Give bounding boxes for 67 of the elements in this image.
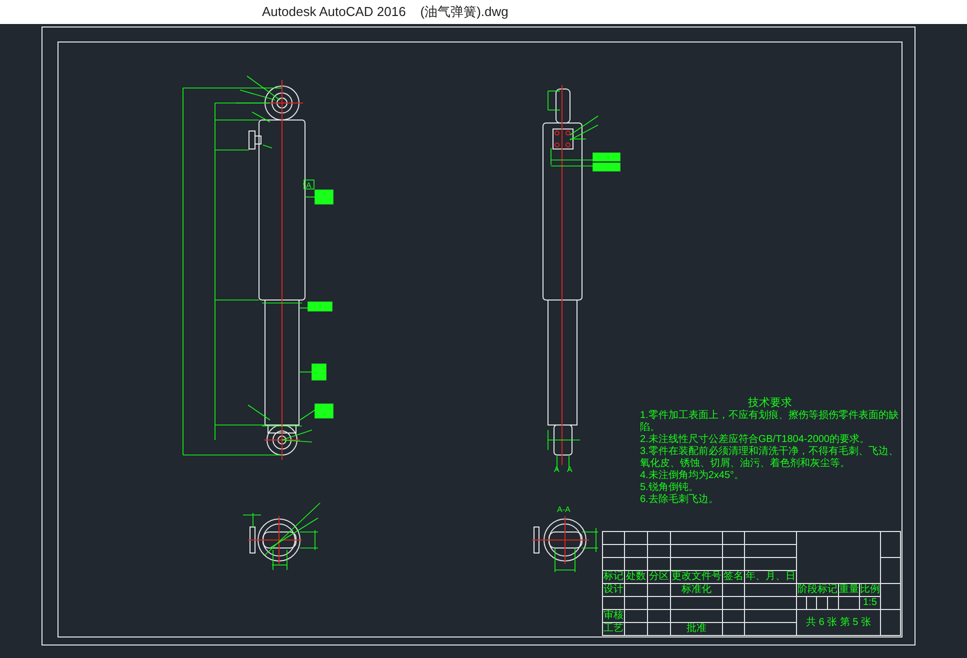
title-block-cell [745,558,797,571]
title-block-cell [671,558,723,571]
requirement-item: 6.去除毛刺飞边。 [640,494,720,506]
title-block-cell: 标记 [603,571,625,584]
title-block-cell: 审核 [603,610,625,623]
title-block-cell: 共 6 张 第 5 张 [797,610,881,636]
title-block-cell [625,623,648,636]
title-block-cell: 批准 [671,623,723,636]
title-block-cell: 重量 [839,584,860,597]
title-block-cell [723,545,745,558]
title-block-cell [723,597,745,610]
title-block-cell: 标准化 [671,584,723,597]
title-block-cell [745,623,797,636]
title-block-cell [745,597,797,610]
a-a-section-drawing [532,516,590,564]
requirement-item: 2.未注线性尺寸公差应符合GB/T1804-2000的要求。 [640,434,870,446]
title-block-cell [723,623,745,636]
title-block-cell [671,597,723,610]
window-title: Autodesk AutoCAD 2016 (油气弹簧).dwg [262,3,508,22]
title-block-cell [723,558,745,571]
title-block-cell [671,610,723,623]
title-block-cell: 1:5 [860,597,881,610]
title-block-cell [625,597,648,610]
title-block-cell [881,558,901,584]
title-block-cell [839,597,860,610]
title-block-cell [745,584,797,597]
title-block-cell [797,597,807,610]
title-block-cell [723,610,745,623]
title-block-cell [625,610,648,623]
title-block-cell: 年、月、日 [745,571,797,584]
title-block-cell [745,545,797,558]
title-block-cell: 工艺 [603,623,625,636]
title-block-cell [648,597,671,610]
requirements-heading: 技术要求 [748,396,792,410]
requirement-item: 4.未注倒角均为2x45°。 [640,470,746,482]
title-block-cell [817,597,828,610]
title-block-cell [648,623,671,636]
section-title: A-A [557,505,570,514]
datum-label: A [306,181,312,190]
title-block-cell [723,584,745,597]
eye-section-drawing [248,516,302,564]
section-mark: A [554,465,560,474]
requirement-item: 1.零件加工表面上，不应有划痕、擦伤等损伤零件表面的缺陷。 [640,410,900,434]
title-block-cell: 比例 [860,584,881,597]
title-block-cell [807,597,817,610]
title-block-cell: 设计 [603,584,625,597]
title-block-cell [625,545,648,558]
title-block-cell [881,584,901,610]
title-block-cell [648,584,671,597]
title-block-cell [648,610,671,623]
title-block-cell [625,558,648,571]
title-block-cell: 处数 [625,571,648,584]
a-a-dimension-drawing [554,528,598,572]
title-block-cell [671,545,723,558]
title-block-cell [648,545,671,558]
section-mark: A [567,465,572,474]
title-block-cell [745,610,797,623]
title-block-cell [828,597,839,610]
requirement-item: 5.锐角倒钝。 [640,482,700,494]
title-block-cell [881,610,901,636]
title-block-cell: 签名 [723,571,745,584]
title-block-cell: 分区 [648,571,671,584]
title-block-cell [625,584,648,597]
title-block-cell: 更改文件号 [671,571,723,584]
title-block-cell [648,558,671,571]
requirement-item: 3.零件在装配前必须清理和清洗干净，不得有毛刺、飞边、氧化皮、锈蚀、切屑、油污、着色剂和灰尘等。 [640,446,900,470]
title-block-cell: 阶段标记 [797,584,839,597]
